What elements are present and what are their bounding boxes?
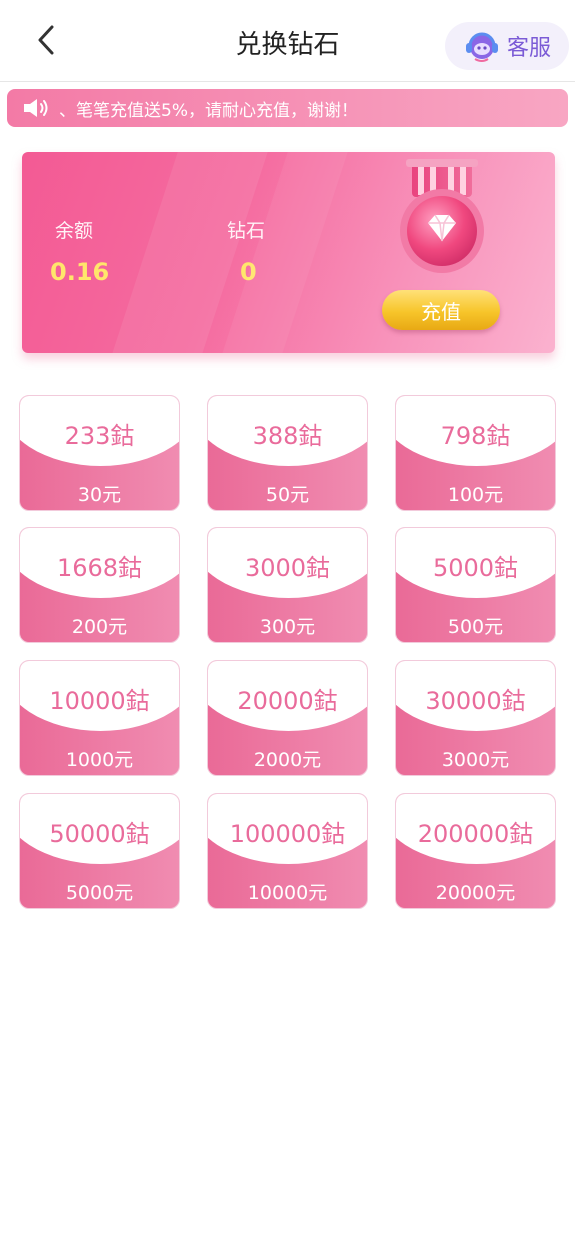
package-card[interactable]: 233鈷 30元 xyxy=(19,395,180,511)
customer-service-label: 客服 xyxy=(506,36,551,61)
package-diamonds: 233鈷 xyxy=(64,422,135,450)
recharge-button[interactable]: 充值 xyxy=(382,290,500,330)
package-diamonds: 10000鈷 xyxy=(49,687,150,715)
package-price: 1000元 xyxy=(65,749,134,771)
package-card[interactable]: 388鈷 50元 xyxy=(207,395,368,511)
package-card[interactable]: 798鈷 100元 xyxy=(395,395,556,511)
top-bar: 兑换钻石 客服 xyxy=(0,0,575,82)
package-diamonds: 30000鈷 xyxy=(425,687,526,715)
package-diamonds: 5000鈷 xyxy=(432,554,519,582)
package-card[interactable]: 5000鈷 500元 xyxy=(395,527,556,643)
package-card[interactable]: 50000鈷 5000元 xyxy=(19,793,180,909)
speaker-icon xyxy=(24,99,48,117)
balance-card: 余额 0.16 钻石 0 充值 xyxy=(22,152,555,353)
package-price: 30元 xyxy=(77,484,122,506)
customer-service-button[interactable]: 客服 xyxy=(445,22,569,70)
package-card[interactable]: 30000鈷 3000元 xyxy=(395,660,556,776)
balance-value: 0.16 xyxy=(50,258,110,286)
package-price: 20000元 xyxy=(435,882,516,904)
package-card[interactable]: 20000鈷 2000元 xyxy=(207,660,368,776)
package-diamonds: 388鈷 xyxy=(252,422,323,450)
package-card[interactable]: 200000鈷 20000元 xyxy=(395,793,556,909)
package-card[interactable]: 100000鈷 10000元 xyxy=(207,793,368,909)
diamond-medal-icon xyxy=(400,159,484,273)
package-diamonds: 50000鈷 xyxy=(49,820,150,848)
package-price: 300元 xyxy=(259,616,316,638)
package-price: 3000元 xyxy=(441,749,510,771)
package-price: 2000元 xyxy=(253,749,322,771)
package-diamonds: 100000鈷 xyxy=(229,820,346,848)
package-diamonds: 200000鈷 xyxy=(417,820,534,848)
package-price: 5000元 xyxy=(65,882,134,904)
package-card[interactable]: 1668鈷 200元 xyxy=(19,527,180,643)
package-price: 500元 xyxy=(447,616,504,638)
package-card[interactable]: 3000鈷 300元 xyxy=(207,527,368,643)
notice-bar: 、笔笔充值送5%，请耐心充值，谢谢！ xyxy=(7,89,568,127)
package-diamonds: 20000鈷 xyxy=(237,687,338,715)
package-diamonds: 1668鈷 xyxy=(56,554,143,582)
package-price: 50元 xyxy=(265,484,310,506)
package-card[interactable]: 10000鈷 1000元 xyxy=(19,660,180,776)
diamond-label: 钻石 xyxy=(227,220,266,242)
notice-text: 、笔笔充值送5%，请耐心充值，谢谢！ xyxy=(59,100,358,121)
package-price: 100元 xyxy=(447,484,504,506)
package-price: 10000元 xyxy=(247,882,328,904)
balance-label: 余额 xyxy=(55,220,94,242)
package-price: 200元 xyxy=(71,616,128,638)
headset-icon xyxy=(465,32,498,62)
package-diamonds: 3000鈷 xyxy=(244,554,331,582)
diamond-value: 0 xyxy=(240,258,257,286)
package-diamonds: 798鈷 xyxy=(440,422,511,450)
